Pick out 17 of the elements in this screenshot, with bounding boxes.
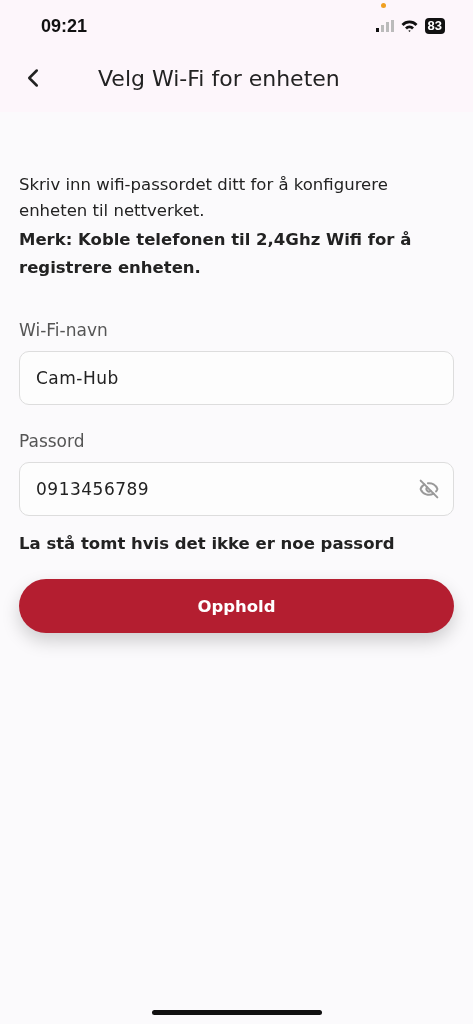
note-text: Merk: Koble telefonen til 2,4Ghz Wifi for å registrere enheten. bbox=[19, 229, 413, 279]
privacy-indicator-icon bbox=[380, 3, 386, 8]
field-value-input[interactable]: Cam-Hub bbox=[34, 367, 439, 389]
battery-level: 83 bbox=[424, 18, 445, 34]
field-label: Passord bbox=[19, 431, 86, 451]
intro-text: Skriv inn wifi-passordet ditt for å konfigurere enheten til nettverket. bbox=[19, 174, 389, 222]
field-label: Wi-Fi-navn bbox=[19, 320, 109, 340]
page-title: Velg Wi-Fi for enheten bbox=[98, 65, 340, 91]
status-time: 09:21 bbox=[41, 15, 88, 37]
signal-icon bbox=[375, 20, 394, 32]
hint-text: La stå tomt hvis det ikke er noe passord bbox=[19, 534, 396, 553]
password-field[interactable]: 0913456789 bbox=[19, 462, 454, 516]
wifi-icon bbox=[400, 20, 418, 32]
wifi-name-field[interactable]: Cam-Hub bbox=[19, 351, 454, 405]
submit-button[interactable]: Opphold bbox=[19, 579, 454, 633]
eye-off-icon[interactable] bbox=[419, 479, 439, 499]
field-value-input[interactable]: 0913456789 bbox=[34, 478, 419, 500]
